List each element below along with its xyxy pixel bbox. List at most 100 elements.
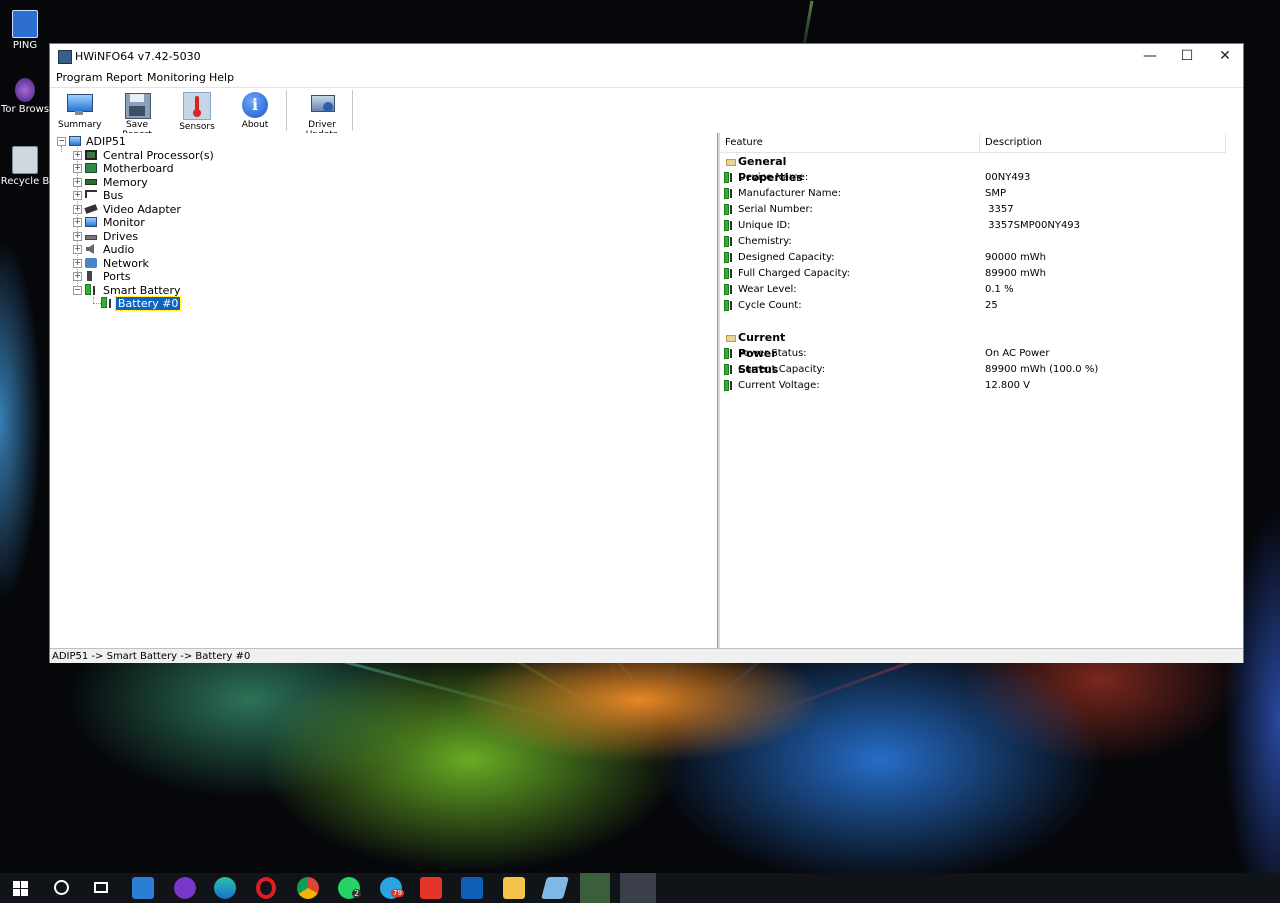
- minimize-button[interactable]: —: [1131, 44, 1169, 69]
- tree-item-label: Drives: [103, 230, 139, 243]
- opera-browser-icon[interactable]: [256, 877, 276, 899]
- tree-root-label: ADIP51: [86, 135, 126, 148]
- whatsapp-icon[interactable]: 2: [338, 877, 362, 899]
- property-value: 90000 mWh: [985, 252, 1046, 263]
- property-row[interactable]: Current Voltage: 12.800 V: [720, 378, 1243, 394]
- property-row[interactable]: Full Charged Capacity: 89900 mWh: [720, 266, 1243, 282]
- search-button[interactable]: [50, 877, 72, 899]
- column-header-description[interactable]: Description: [980, 133, 1226, 153]
- task-view-button[interactable]: [90, 877, 112, 899]
- menu-report[interactable]: Report: [106, 71, 142, 84]
- toolbar-separator: [286, 90, 287, 131]
- recycle-bin-icon: [12, 146, 38, 174]
- motherboard-icon: [85, 163, 97, 173]
- plug-icon: [730, 285, 734, 294]
- hwinfo-sensors-taskbar-button[interactable]: [580, 873, 610, 903]
- battery-icon: [724, 188, 729, 199]
- desktop-icon-ping[interactable]: PING: [0, 10, 50, 51]
- about-button[interactable]: i About: [234, 90, 276, 132]
- property-row[interactable]: Manufacturer Name: SMP: [720, 186, 1243, 202]
- property-row[interactable]: Chemistry:: [720, 234, 1243, 250]
- title-bar[interactable]: HWiNFO64 v7.42-5030 — ☐ ✕: [50, 44, 1243, 69]
- desktop-icon-recycle-bin[interactable]: Recycle B: [0, 146, 50, 187]
- save-report-button[interactable]: Save Report: [112, 90, 162, 140]
- maximize-button[interactable]: ☐: [1168, 44, 1206, 69]
- telegram-icon[interactable]: 79: [380, 877, 404, 899]
- tree-item-label: Bus: [103, 189, 124, 202]
- menu-program[interactable]: Program: [56, 71, 102, 84]
- folder-icon: [726, 159, 736, 166]
- expand-toggle[interactable]: +: [73, 245, 82, 254]
- property-row[interactable]: Designed Capacity: 90000 mWh: [720, 250, 1243, 266]
- plug-icon: [730, 365, 734, 374]
- menu-help[interactable]: Help: [209, 71, 234, 84]
- chrome-browser-icon[interactable]: [297, 877, 319, 899]
- property-name: Power Status:: [738, 348, 807, 359]
- taskbar: 2 79: [0, 873, 1280, 903]
- expand-toggle[interactable]: +: [73, 164, 82, 173]
- plug-icon: [730, 237, 734, 246]
- tree-connector: [61, 146, 62, 152]
- sensors-button[interactable]: Sensors: [174, 90, 220, 132]
- tor-browser-taskbar-icon[interactable]: [174, 877, 196, 899]
- property-row[interactable]: Device Name: 00NY493: [720, 170, 1243, 186]
- plug-icon: [730, 205, 734, 214]
- summary-button[interactable]: Summary: [58, 90, 102, 132]
- property-row[interactable]: Current Capacity: 89900 mWh (100.0 %): [720, 362, 1243, 378]
- device-tree: − ADIP51 + Central Processor(s) + Mother…: [50, 133, 717, 648]
- bus-icon: [85, 190, 97, 198]
- plug-icon: [109, 299, 114, 308]
- close-button[interactable]: ✕: [1206, 44, 1244, 69]
- expand-toggle[interactable]: +: [73, 191, 82, 200]
- start-button[interactable]: [10, 877, 32, 899]
- ports-icon: [87, 271, 92, 281]
- tree-item-label: Network: [103, 257, 149, 270]
- anydesk-icon[interactable]: [420, 877, 442, 899]
- property-row[interactable]: Unique ID: 3357SMP00NY493: [720, 218, 1243, 234]
- mail-app-icon[interactable]: [132, 877, 154, 899]
- driver-update-button[interactable]: Driver Update: [294, 90, 350, 140]
- notepad-app-icon[interactable]: [541, 877, 569, 899]
- property-name: Current Capacity:: [738, 364, 826, 375]
- expand-toggle[interactable]: +: [73, 178, 82, 187]
- expand-toggle[interactable]: +: [73, 232, 82, 241]
- outlook-icon[interactable]: [461, 877, 483, 899]
- plug-icon: [730, 349, 734, 358]
- property-value: 12.800 V: [985, 380, 1031, 391]
- toolbar: Summary Save Report Sensors i About: [50, 87, 1243, 140]
- property-row[interactable]: Cycle Count: 25: [720, 298, 1243, 314]
- expand-toggle[interactable]: +: [73, 151, 82, 160]
- expand-toggle[interactable]: +: [73, 205, 82, 214]
- property-name: Unique ID:: [738, 220, 791, 231]
- desktop-icon-tor-browser[interactable]: Tor Brows: [0, 78, 50, 115]
- hwinfo-taskbar-button[interactable]: [620, 873, 656, 903]
- tree-item-label: Video Adapter: [103, 203, 181, 216]
- battery-icon: [724, 236, 729, 247]
- property-value: 3357: [985, 204, 1014, 215]
- tor-browser-icon: [15, 78, 35, 102]
- collapse-toggle[interactable]: −: [73, 286, 82, 295]
- battery-icon: [724, 348, 729, 359]
- status-bar: ADIP51 -> Smart Battery -> Battery #0: [50, 648, 1243, 663]
- property-row[interactable]: Wear Level: 0.1 %: [720, 282, 1243, 298]
- expand-toggle[interactable]: +: [73, 259, 82, 268]
- expand-toggle[interactable]: +: [73, 272, 82, 281]
- collapse-toggle[interactable]: −: [57, 137, 66, 146]
- tree-item-label: Smart Battery: [103, 284, 181, 297]
- battery-icon: [724, 284, 729, 295]
- desktop-icon-label: Recycle B: [0, 176, 50, 187]
- summary-icon: [66, 92, 93, 118]
- property-value: On AC Power: [985, 348, 1050, 359]
- edge-browser-icon[interactable]: [214, 877, 236, 899]
- property-value: 00NY493: [985, 172, 1031, 183]
- property-name: Wear Level:: [738, 284, 797, 295]
- about-label: About: [241, 120, 269, 130]
- expand-toggle[interactable]: +: [73, 218, 82, 227]
- property-row[interactable]: Power Status: On AC Power: [720, 346, 1243, 362]
- plug-icon: [730, 189, 734, 198]
- menu-monitoring[interactable]: Monitoring: [147, 71, 206, 84]
- property-name: Chemistry:: [738, 236, 792, 247]
- property-row[interactable]: Serial Number: 3357: [720, 202, 1243, 218]
- column-header-feature[interactable]: Feature: [720, 133, 980, 153]
- file-explorer-icon[interactable]: [503, 877, 525, 899]
